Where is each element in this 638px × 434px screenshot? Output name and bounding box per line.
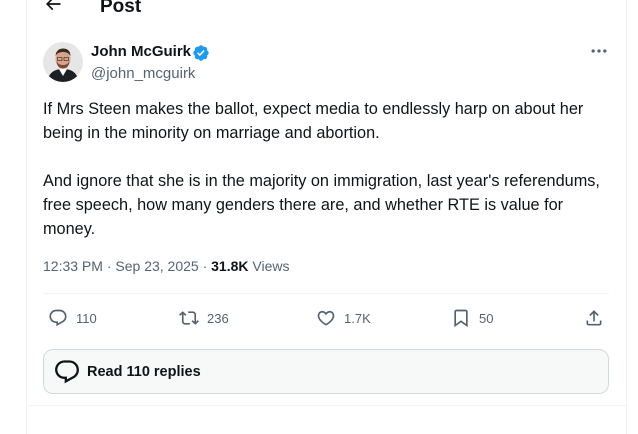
share-button[interactable] — [584, 306, 604, 330]
meta-separator: · — [202, 258, 208, 274]
heart-icon — [317, 310, 335, 326]
views-count: 31.8K — [211, 258, 249, 274]
tweet-paragraph: If Mrs Steen makes the ballot, expect me… — [43, 100, 584, 142]
tweet-time[interactable]: 12:33 PM — [43, 258, 103, 274]
column-border-right — [626, 0, 627, 434]
tweet-paragraph: And ignore that she is in the majority o… — [43, 172, 600, 238]
author-handle[interactable]: @john_mcguirk — [91, 65, 195, 82]
views-label: Views — [252, 258, 290, 274]
repost-button[interactable]: 236 — [179, 306, 229, 330]
more-options-button[interactable] — [588, 40, 610, 62]
meta-separator: · — [106, 258, 112, 274]
tweet-date[interactable]: Sep 23, 2025 — [115, 258, 198, 274]
more-horizontal-icon — [591, 49, 607, 53]
post-header: Post — [27, 0, 626, 20]
repost-count: 236 — [207, 310, 229, 326]
bookmark-button[interactable]: 50 — [451, 306, 493, 330]
repost-icon — [179, 311, 199, 325]
like-count: 1.7K — [344, 310, 371, 326]
reply-icon — [49, 309, 67, 327]
avatar-image — [43, 42, 83, 82]
divider — [27, 405, 626, 406]
column-border-left — [26, 0, 27, 434]
share-icon — [586, 310, 602, 326]
divider — [43, 293, 609, 294]
tweet-metadata: 12:33 PM · Sep 23, 2025 · 31.8K Views — [43, 258, 289, 274]
reply-button[interactable]: 110 — [48, 306, 97, 330]
reply-icon — [55, 359, 79, 383]
read-replies-label: Read 110 replies — [87, 363, 201, 380]
bookmark-icon — [454, 309, 468, 328]
avatar[interactable] — [43, 42, 83, 82]
arrow-left-icon — [45, 0, 61, 11]
read-replies-button[interactable]: Read 110 replies — [43, 349, 609, 394]
page-title: Post — [100, 0, 142, 17]
reply-count: 110 — [76, 310, 97, 326]
like-button[interactable]: 1.7K — [316, 306, 371, 330]
verified-badge-icon[interactable] — [192, 44, 210, 62]
tweet-text: If Mrs Steen makes the ballot, expect me… — [43, 97, 613, 241]
back-button[interactable] — [41, 0, 65, 16]
bookmark-count: 50 — [479, 310, 494, 326]
author-name[interactable]: John McGuirk — [91, 43, 191, 60]
